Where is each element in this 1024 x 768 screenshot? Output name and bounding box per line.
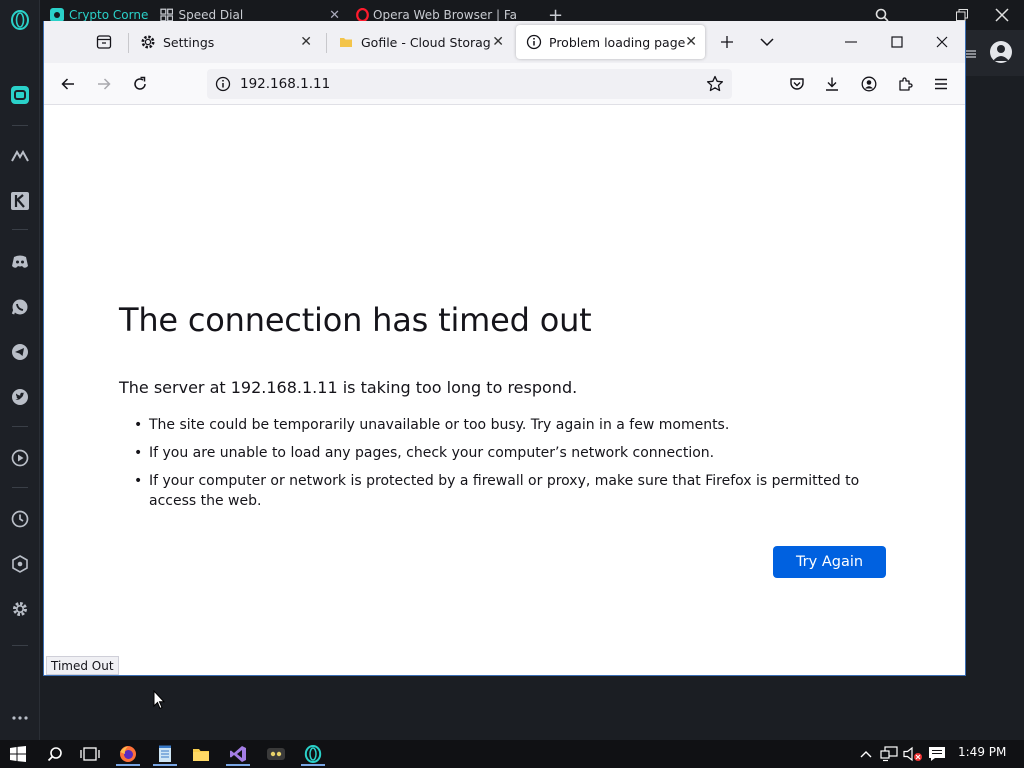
taskbar-firefox-icon[interactable]	[113, 742, 143, 766]
error-title: The connection has timed out	[119, 301, 592, 339]
taskbar-file-explorer-icon[interactable]	[186, 742, 216, 766]
telegram-icon[interactable]	[8, 340, 32, 364]
close-icon[interactable]: ✕	[300, 34, 312, 50]
firefox-window: Settings ✕ Gofile - Cloud Storage Ma ✕ P…	[43, 21, 966, 676]
hamburger-menu-icon[interactable]	[930, 73, 952, 95]
status-panel: Timed Out	[46, 656, 119, 675]
twitter-icon[interactable]	[8, 385, 32, 409]
taskbar-game-icon[interactable]	[261, 742, 291, 766]
error-page: The connection has timed out The server …	[44, 105, 965, 675]
back-button[interactable]	[57, 73, 79, 95]
windows-taskbar: 1:49 PM	[0, 740, 1024, 768]
firefox-tab-bar: Settings ✕ Gofile - Cloud Storage Ma ✕ P…	[44, 21, 965, 63]
opera-page-background	[40, 676, 1024, 740]
firefox-tab-settings[interactable]: Settings ✕	[130, 25, 320, 59]
info-icon	[526, 34, 542, 50]
opera-tab-label: Speed Dial	[178, 8, 244, 22]
close-icon[interactable]: ✕	[492, 34, 504, 50]
opera-tab-label: Opera Web Browser | Fa	[373, 8, 517, 22]
window-close-button[interactable]	[931, 31, 953, 53]
discord-icon[interactable]	[8, 250, 32, 274]
opera-o-icon	[356, 8, 369, 22]
player-icon[interactable]	[8, 446, 32, 470]
maximize-button[interactable]	[886, 31, 908, 53]
reload-button[interactable]	[129, 73, 151, 95]
speed-dial-icon	[160, 8, 174, 22]
tab-label: Settings	[163, 34, 215, 50]
firefox-view-icon[interactable]	[93, 31, 115, 53]
bookmark-star-icon[interactable]	[706, 75, 724, 97]
wallet-icon[interactable]	[8, 83, 32, 107]
minimize-button[interactable]	[840, 31, 862, 53]
new-tab-button[interactable]	[716, 31, 738, 53]
error-short-description: The server at 192.168.1.11 is taking too…	[119, 378, 578, 397]
close-icon[interactable]: ✕	[685, 34, 697, 50]
list-item: The site could be temporarily unavailabl…	[119, 415, 899, 435]
opera-toolbar-right	[966, 30, 1024, 76]
task-view-icon[interactable]	[75, 742, 105, 766]
extensions-puzzle-icon[interactable]	[894, 73, 916, 95]
pocket-icon[interactable]	[786, 73, 808, 95]
windows-start-icon[interactable]	[3, 742, 33, 766]
opera-logo-icon[interactable]	[8, 8, 32, 32]
history-icon[interactable]	[8, 507, 32, 531]
more-icon[interactable]	[8, 706, 32, 730]
try-again-button[interactable]: Try Again	[773, 546, 886, 578]
forward-button[interactable]	[93, 73, 115, 95]
folder-icon	[338, 34, 354, 50]
opera-tab-label: Crypto Corne	[69, 8, 149, 22]
firefox-nav-bar: 192.168.1.11	[44, 63, 965, 105]
opera-profile-avatar[interactable]	[990, 41, 1012, 63]
gear-icon	[140, 34, 156, 50]
aria-icon[interactable]	[8, 144, 32, 168]
k-app-icon[interactable]	[8, 189, 32, 213]
tab-label: Gofile - Cloud Storage Ma	[361, 34, 491, 50]
url-text[interactable]: 192.168.1.11	[240, 76, 330, 92]
crypto-tab-icon	[50, 8, 64, 22]
account-icon[interactable]	[858, 73, 880, 95]
taskbar-opera-gx-icon[interactable]	[298, 742, 328, 766]
opera-close-icon[interactable]	[995, 4, 1015, 26]
error-suggestions: The site could be temporarily unavailabl…	[119, 415, 899, 519]
opera-sidebar	[0, 0, 40, 740]
settings-gear-icon[interactable]	[8, 597, 32, 621]
opera-menu-icon[interactable]	[966, 44, 978, 58]
whatsapp-icon[interactable]	[8, 295, 32, 319]
taskbar-clock[interactable]: 1:49 PM	[958, 745, 1006, 759]
extensions-cube-icon[interactable]	[8, 552, 32, 576]
site-info-icon[interactable]	[215, 76, 231, 96]
tab-label: Problem loading page	[549, 34, 686, 50]
list-item: If you are unable to load any pages, che…	[119, 443, 899, 463]
mouse-cursor-icon	[153, 689, 166, 710]
search-icon[interactable]	[40, 742, 70, 766]
firefox-tab-problem-loading[interactable]: Problem loading page ✕	[516, 25, 705, 59]
firefox-tab-gofile[interactable]: Gofile - Cloud Storage Ma ✕	[328, 25, 506, 59]
list-all-tabs-chevron-down-icon[interactable]	[756, 31, 778, 53]
list-item: If your computer or network is protected…	[119, 471, 899, 511]
taskbar-notepad-icon[interactable]	[150, 742, 180, 766]
url-bar[interactable]: 192.168.1.11	[207, 69, 732, 99]
notifications-icon[interactable]	[922, 742, 952, 766]
taskbar-visual-studio-icon[interactable]	[223, 742, 253, 766]
downloads-icon[interactable]	[821, 73, 843, 95]
